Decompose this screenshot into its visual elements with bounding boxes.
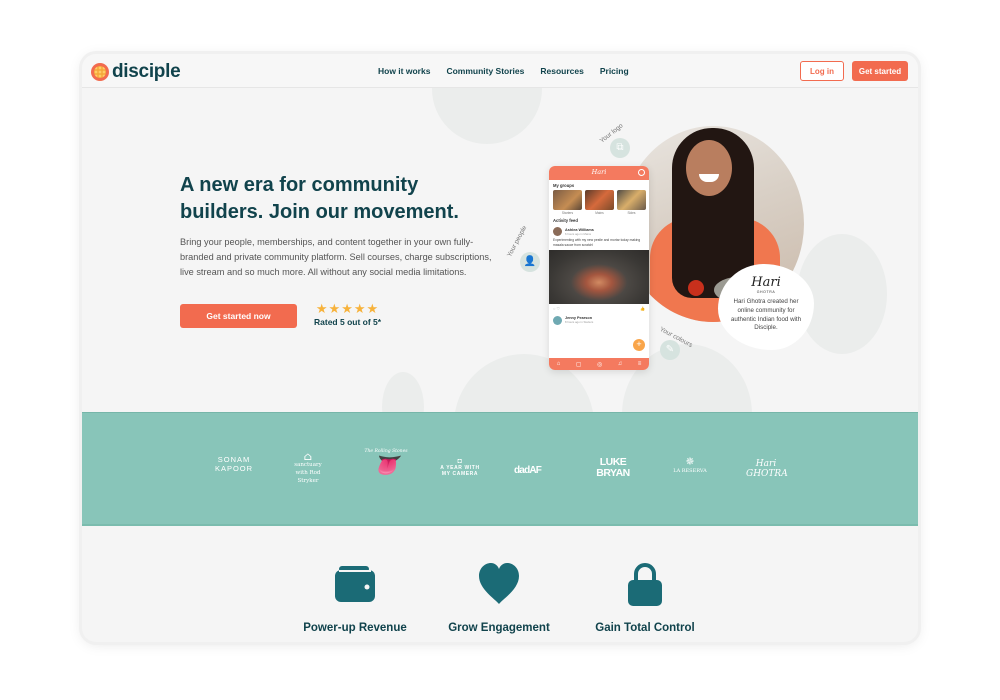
chat-icon: ▢ bbox=[575, 361, 582, 368]
login-button[interactable]: Log in bbox=[800, 61, 844, 81]
avatar bbox=[553, 315, 562, 325]
top-nav: disciple How it works Community Stories … bbox=[82, 54, 918, 88]
reserva-text: LA RESERVA bbox=[673, 468, 707, 474]
group-item: Mains bbox=[585, 190, 614, 215]
nav-links: How it works Community Stories Resources… bbox=[378, 66, 645, 76]
groups-list: Starters Mains Sides bbox=[549, 190, 649, 215]
people-user-icon: 👤 bbox=[520, 252, 540, 272]
post-actions: ◌ ♡ 👍 bbox=[549, 304, 649, 314]
post-meta: 6 hours ago in Mains bbox=[565, 231, 591, 236]
rating-label: Rated 5 out of 5* bbox=[314, 317, 382, 327]
brand-logo[interactable]: disciple bbox=[91, 61, 181, 83]
reserva-emblem-icon: ✵ bbox=[685, 455, 695, 468]
phone-tab-bar: ⌂ ▢ ◎ ♫ ≡ bbox=[549, 358, 649, 370]
brand-name: disciple bbox=[112, 61, 181, 82]
hero-description: Bring your people, memberships, and cont… bbox=[180, 237, 492, 277]
group-name: Mains bbox=[595, 211, 604, 215]
feature-label: Gain Total Control bbox=[595, 622, 695, 634]
nav-resources[interactable]: Resources bbox=[540, 66, 583, 76]
logo-sonam-kapoor: SONAM KAPOOR bbox=[214, 455, 254, 473]
post-header: Jenny Pearson 8 hours ago in Starters bbox=[549, 314, 649, 327]
phone-header: Hari bbox=[549, 166, 649, 180]
post-author: Ashlea Williams bbox=[565, 227, 594, 232]
like-icon: 👍 bbox=[640, 305, 645, 311]
lock-icon bbox=[628, 563, 662, 606]
logo-sanctuary: ⌂ sanctuary with Rod Stryker bbox=[290, 450, 326, 485]
logo-dadaf: dadAF bbox=[514, 465, 542, 476]
menu-icon: ≡ bbox=[637, 361, 642, 367]
feature-gain-total-control: Gain Total Control bbox=[580, 562, 710, 634]
home-icon: ⌂ bbox=[556, 361, 561, 367]
group-name: Sides bbox=[627, 211, 636, 215]
nav-community-stories[interactable]: Community Stories bbox=[446, 66, 524, 76]
group-image bbox=[553, 190, 582, 210]
group-name: Starters bbox=[561, 211, 574, 215]
add-post-button: + bbox=[633, 339, 645, 351]
wallet-icon bbox=[335, 566, 375, 602]
feature-label: Power-up Revenue bbox=[303, 622, 407, 634]
comment-icon: ◌ ♡ bbox=[553, 305, 561, 311]
photo-person-face bbox=[686, 140, 732, 196]
sanctuary-text: sanctuary with Rod Stryker bbox=[294, 462, 322, 484]
testimonial-text: Hari Ghotra created her online community… bbox=[730, 298, 802, 332]
group-image bbox=[585, 190, 614, 210]
bell-icon: ♫ bbox=[617, 361, 623, 367]
avatar bbox=[553, 227, 562, 236]
tongue-icon: 👅 bbox=[373, 453, 399, 477]
post-header: Ashlea Williams 6 hours ago in Mains bbox=[549, 225, 649, 238]
hari-logo-sub: GHOTRA bbox=[756, 290, 776, 294]
nav-how-it-works[interactable]: How it works bbox=[378, 66, 430, 76]
logo-la-reserva: ✵ LA RESERVA bbox=[670, 455, 710, 474]
logo-upload-icon: ⧉ bbox=[610, 138, 630, 158]
get-started-now-button[interactable]: Get started now bbox=[180, 304, 297, 328]
group-item: Sides bbox=[617, 190, 646, 215]
rating: ★★★★★ Rated 5 out of 5* bbox=[314, 301, 382, 328]
groups-heading: My groups bbox=[553, 183, 575, 188]
arch-icon: ⌂ bbox=[303, 450, 313, 463]
feature-grow-engagement: Grow Engagement bbox=[434, 562, 564, 634]
group-item: Starters bbox=[553, 190, 582, 215]
nav-pricing[interactable]: Pricing bbox=[600, 66, 629, 76]
hero-title: A new era for community builders. Join o… bbox=[180, 174, 459, 223]
phone-mockup: Hari My groups Starters Mains Sides Acti… bbox=[549, 166, 649, 370]
post-text: Experimenting with my new pestle and mor… bbox=[553, 238, 641, 247]
get-started-button[interactable]: Get started bbox=[852, 61, 908, 81]
phone-brand: Hari bbox=[591, 168, 607, 176]
customer-logos-band: SONAM KAPOOR ⌂ sanctuary with Rod Stryker… bbox=[82, 412, 918, 526]
search-icon bbox=[638, 169, 645, 176]
photo-tomato bbox=[688, 280, 704, 296]
colour-picker-icon: ✎ bbox=[660, 340, 680, 360]
browser-frame: disciple How it works Community Stories … bbox=[82, 54, 918, 642]
post-meta: 8 hours ago in Starters bbox=[565, 320, 594, 325]
heart-icon bbox=[479, 563, 519, 604]
feature-power-up-revenue: Power-up Revenue bbox=[290, 562, 420, 634]
hari-logo: Hari bbox=[751, 275, 781, 290]
feature-label: Grow Engagement bbox=[448, 622, 550, 634]
logo-rolling-stones: The Rolling Stones 👅 bbox=[364, 449, 408, 476]
star-rating-icons: ★★★★★ bbox=[315, 301, 380, 316]
activity-feed-heading: Activity feed bbox=[553, 218, 578, 223]
camera-text: A YEAR WITH MY CAMERA bbox=[440, 465, 480, 477]
logo-luke-bryan: LUKE BRYAN bbox=[596, 456, 630, 479]
logo-hari-ghotra: Hari GHOTRA bbox=[746, 459, 788, 479]
group-image bbox=[617, 190, 646, 210]
logo-a-year-with-my-camera: ◘ A YEAR WITH MY CAMERA bbox=[438, 458, 482, 477]
disciple-logo-icon bbox=[91, 63, 109, 81]
testimonial-card: Hari GHOTRA Hari Ghotra created her onli… bbox=[718, 264, 814, 350]
explore-icon: ◎ bbox=[597, 361, 603, 368]
decorative-blob bbox=[432, 84, 542, 144]
post-image bbox=[549, 249, 649, 304]
